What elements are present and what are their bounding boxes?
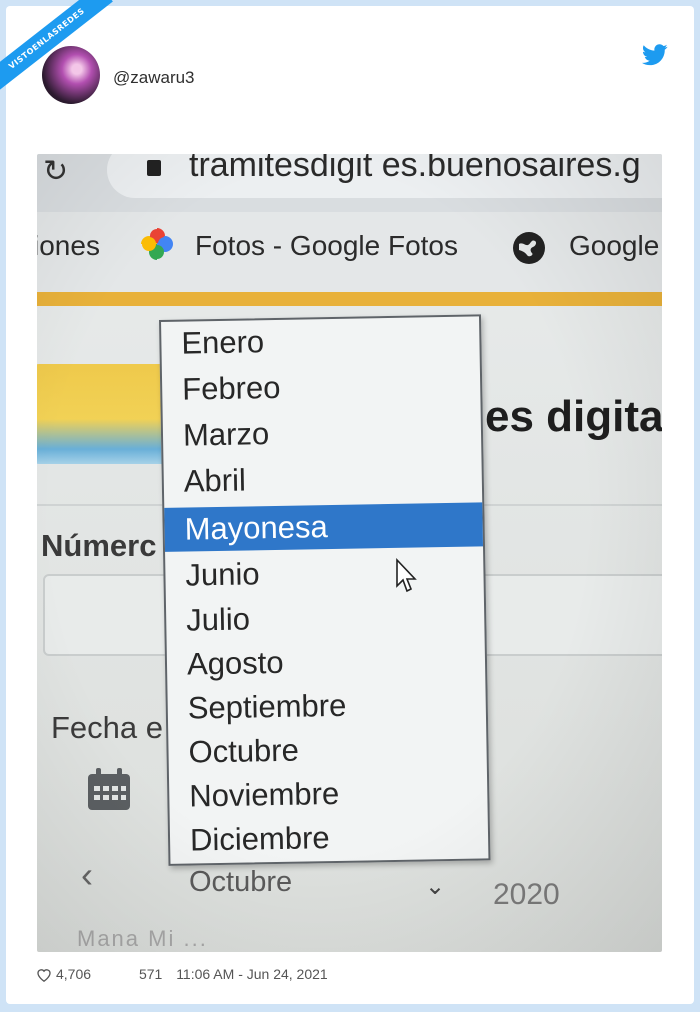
chevron-down-icon[interactable]: ⌄ <box>425 872 445 901</box>
month-option[interactable]: Diciembre <box>170 813 489 863</box>
avatar[interactable] <box>42 46 100 104</box>
likes[interactable]: 4,706 <box>36 966 105 982</box>
globe-icon <box>513 232 545 264</box>
user-handle[interactable]: @zawaru3 <box>113 68 195 88</box>
twitter-bird-icon[interactable] <box>642 44 668 66</box>
month-option[interactable]: Marzo <box>163 408 482 458</box>
google-photos-icon <box>141 228 173 260</box>
month-option[interactable]: Noviembre <box>169 769 488 819</box>
calendar-icon[interactable] <box>85 766 133 812</box>
heart-icon[interactable] <box>36 967 52 982</box>
year-value[interactable]: 2020 <box>493 878 560 912</box>
month-option[interactable]: Febreo <box>162 362 481 412</box>
bookmark-partial[interactable]: iones <box>37 230 100 262</box>
browser-address-bar: ↻ tramitesdigit es.buenosaires.g <box>37 154 662 212</box>
ba-logo <box>37 364 171 464</box>
month-option[interactable]: Octubre <box>168 725 487 775</box>
reload-icon[interactable]: ↻ <box>43 154 68 189</box>
number-field-label: Númerc <box>41 528 157 563</box>
month-dropdown-list[interactable]: Enero Febreo Marzo Abril Mayonesa Junio … <box>159 314 491 866</box>
mouse-pointer-icon <box>396 558 417 593</box>
retweet-count[interactable]: 571 <box>139 966 162 982</box>
month-select-value[interactable]: Octubre <box>189 866 292 899</box>
bookmark-google[interactable]: Google <box>569 230 659 262</box>
photo-of-screen: ↻ tramitesdigit es.buenosaires.g iones F… <box>37 154 662 952</box>
tweet-stats: 4,706 571 11:06 AM - Jun 24, 2021 <box>36 966 338 982</box>
month-option[interactable]: Julio <box>166 593 485 643</box>
tweet-timestamp[interactable]: 11:06 AM - Jun 24, 2021 <box>176 966 328 982</box>
weekday-row: Mana Mi ... <box>77 926 208 951</box>
bookmarks-bar: iones Fotos - Google Fotos Google <box>37 212 662 292</box>
bookmark-google-photos[interactable]: Fotos - Google Fotos <box>195 230 458 262</box>
previous-month-icon[interactable]: ‹ <box>81 854 93 896</box>
month-option[interactable]: Junio <box>165 548 484 598</box>
month-option-selected[interactable]: Mayonesa <box>164 502 484 552</box>
month-option[interactable]: Enero <box>161 316 480 366</box>
url-text: tramitesdigit es.buenosaires.g <box>189 154 641 184</box>
site-header-bar <box>37 292 662 306</box>
date-field-label: Fecha e <box>51 710 164 745</box>
month-option[interactable]: Abril <box>163 454 482 504</box>
month-option[interactable]: Agosto <box>167 637 486 687</box>
lock-icon <box>147 160 161 176</box>
site-title: es digita <box>485 392 662 441</box>
like-count: 4,706 <box>56 966 92 982</box>
month-option[interactable]: Septiembre <box>167 681 486 731</box>
